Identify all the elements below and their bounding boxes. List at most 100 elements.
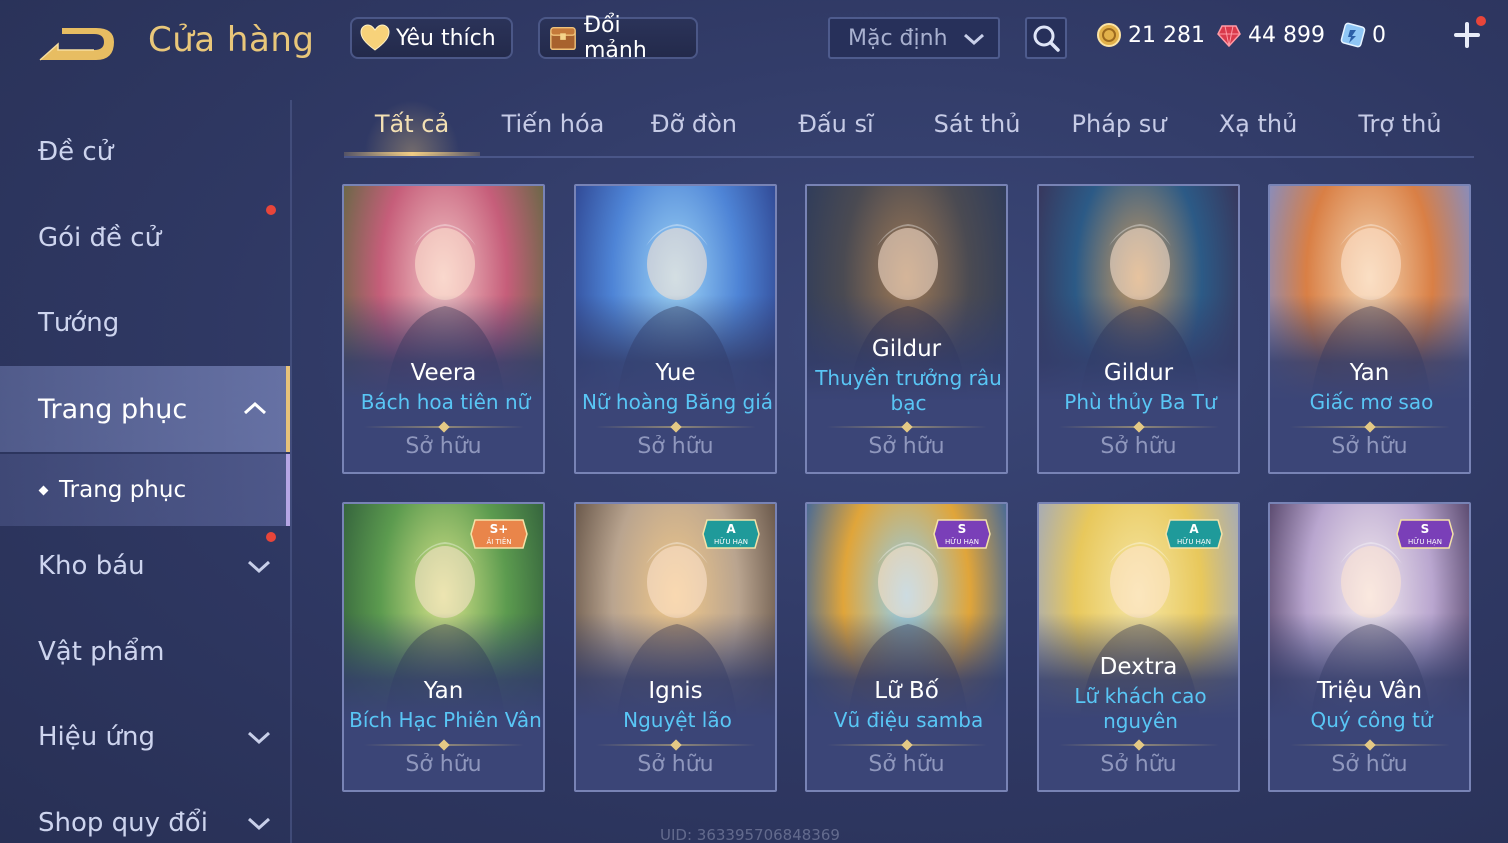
skin-name: Bích Hạc Phiên Vân xyxy=(349,708,542,732)
sidebar-item-label: Shop quy đổi xyxy=(38,808,208,838)
owned-status: Sở hữu xyxy=(1100,434,1177,459)
svg-text:ẢI TIÊN: ẢI TIÊN xyxy=(486,537,511,546)
skin-card[interactable]: Yan Giấc mơ sao Sở hữu xyxy=(1268,184,1471,474)
exchange-shards-label: Đổi mảnh xyxy=(584,13,647,63)
sidebar-item-effects[interactable]: Hiệu ứng xyxy=(0,694,290,780)
owned-status: Sở hữu xyxy=(868,434,945,459)
tab-all[interactable]: Tất cả xyxy=(344,110,480,156)
rank-badge: S HỮU HẠN xyxy=(932,516,992,552)
category-tabs: Tất cả Tiến hóa Đỡ đòn Đấu sĩ Sát thủ Ph… xyxy=(344,100,1474,158)
svg-text:HỮU HẠN: HỮU HẠN xyxy=(1408,537,1442,546)
hero-name: Triệu Vân xyxy=(1316,678,1423,704)
skin-card[interactable]: S HỮU HẠN Triệu Vân Quý công tử Sở hữu xyxy=(1268,502,1471,792)
hero-name: Dextra xyxy=(1099,654,1178,680)
skin-name: Bách hoa tiên nữ xyxy=(360,390,531,414)
tab-support[interactable]: Trợ thủ xyxy=(1344,110,1456,156)
tab-tank[interactable]: Đỡ đòn xyxy=(638,110,750,156)
tab-fighter[interactable]: Đấu sĩ xyxy=(784,110,888,156)
svg-text:HỮU HẠN: HỮU HẠN xyxy=(1177,537,1211,546)
sidebar-item-label: Trang phục xyxy=(38,393,188,425)
voucher-currency: 0 xyxy=(1340,20,1386,50)
owned-status: Sở hữu xyxy=(1100,752,1177,777)
ruby-icon xyxy=(1216,22,1242,48)
owned-status: Sở hữu xyxy=(405,434,482,459)
sidebar-item-label: Kho báu xyxy=(38,551,145,581)
tab-assassin[interactable]: Sát thủ xyxy=(922,110,1032,156)
voucher-amount: 0 xyxy=(1372,22,1386,48)
owned-status: Sở hữu xyxy=(637,752,714,777)
skin-grid: Veera Bách hoa tiên nữ Sở hữu Yue Nữ hoàng … xyxy=(342,184,1472,843)
skin-card[interactable]: Gildur Phù thủy Ba Tư Sở hữu xyxy=(1037,184,1240,474)
back-button[interactable] xyxy=(36,20,120,68)
sidebar-item-recommended-packs[interactable]: Gói đề cử xyxy=(0,195,290,281)
skin-name: Nguyệt lão xyxy=(623,708,732,732)
skin-card[interactable]: Yue Nữ hoàng Băng giá Sở hữu xyxy=(574,184,777,474)
skin-card[interactable]: A HỮU HẠN Ignis Nguyệt lão Sở hữu xyxy=(574,502,777,792)
skin-card[interactable]: A HỮU HẠN Dextra Lữ khách cao nguyên Sở hữ… xyxy=(1037,502,1240,792)
ruby-currency: 44 899 xyxy=(1216,20,1325,50)
tab-evolution[interactable]: Tiến hóa xyxy=(494,110,612,156)
rank-badge: A HỮU HẠN xyxy=(1164,516,1224,552)
skin-name: Thuyền trưởng râu bạc xyxy=(815,366,1002,415)
skin-name: Nữ hoàng Băng giá xyxy=(581,390,774,414)
gold-currency: 21 281 xyxy=(1096,20,1205,50)
skin-name: Vũ điệu samba xyxy=(833,708,984,732)
page-title: Cửa hàng xyxy=(148,20,315,60)
owned-status: Sở hữu xyxy=(1331,434,1408,459)
owned-status: Sở hữu xyxy=(637,434,714,459)
tab-mage[interactable]: Pháp sư xyxy=(1060,110,1178,156)
sidebar-item-items[interactable]: Vật phẩm xyxy=(0,609,290,695)
favorites-button[interactable]: Yêu thích xyxy=(350,17,513,59)
bullet-icon xyxy=(38,485,49,495)
heart-icon xyxy=(360,23,390,53)
skin-card[interactable]: S HỮU HẠN Lữ Bố Vũ điệu samba Sở hữu xyxy=(805,502,1008,792)
treasure-chest-icon xyxy=(548,23,578,53)
chevron-up-icon xyxy=(243,401,267,415)
skin-card[interactable]: Gildur Thuyền trưởng râu bạc Sở hữu xyxy=(805,184,1008,474)
hero-name: Yan xyxy=(1349,360,1390,386)
sidebar-item-recommended[interactable]: Đề cử xyxy=(0,109,290,195)
sidebar-item-skins[interactable]: Trang phục xyxy=(0,366,290,452)
skin-name: Giấc mơ sao xyxy=(1309,390,1434,414)
active-tab-underline xyxy=(344,152,480,156)
rank-badge: A HỮU HẠN xyxy=(701,516,761,552)
svg-text:A: A xyxy=(1189,522,1199,536)
owned-status: Sở hữu xyxy=(405,752,482,777)
sidebar-item-label: Hiệu ứng xyxy=(38,722,155,752)
svg-text:S: S xyxy=(1421,522,1430,536)
chevron-down-icon xyxy=(247,817,271,831)
rank-badge: S+ ẢI TIÊN xyxy=(469,516,529,552)
sidebar-item-label: Đề cử xyxy=(38,137,114,167)
skin-card[interactable]: S+ ẢI TIÊN Yan Bích Hạc Phiên Vân Sở hữu xyxy=(342,502,545,792)
skin-card[interactable]: Veera Bách hoa tiên nữ Sở hữu xyxy=(342,184,545,474)
chevron-down-icon xyxy=(964,33,984,46)
rank-badge: S HỮU HẠN xyxy=(1395,516,1455,552)
skin-name: Quý công tử xyxy=(1310,708,1433,732)
svg-text:S: S xyxy=(958,522,967,536)
hero-name: Yue xyxy=(655,360,696,386)
sidebar-item-exchange-shop[interactable]: Shop quy đổi xyxy=(0,780,290,843)
svg-text:S+: S+ xyxy=(490,522,509,536)
hero-name: Gildur xyxy=(1103,360,1174,386)
sidebar: Đề cử Gói đề cử Tướng Trang phục Trang p… xyxy=(0,100,292,843)
ruby-amount: 44 899 xyxy=(1248,22,1325,48)
search-icon xyxy=(1033,25,1060,52)
hero-name: Ignis xyxy=(648,678,703,704)
sidebar-item-treasure[interactable]: Kho báu xyxy=(0,523,290,609)
search-button[interactable] xyxy=(1025,17,1067,59)
gold-coin-icon xyxy=(1096,22,1122,48)
top-bar: Cửa hàng Yêu thích Đổi mảnh Mặc định 21 … xyxy=(0,0,1508,80)
svg-text:HỮU HẠN: HỮU HẠN xyxy=(945,537,979,546)
sidebar-subitem-label: Trang phục xyxy=(59,477,187,503)
notification-dot xyxy=(266,532,276,542)
sort-dropdown[interactable]: Mặc định xyxy=(828,17,1000,59)
chevron-down-icon xyxy=(247,731,271,745)
skin-name: Lữ khách cao nguyên xyxy=(1074,684,1207,733)
hero-name: Veera xyxy=(410,360,477,386)
hero-name: Yan xyxy=(423,678,464,704)
tab-marksman[interactable]: Xạ thủ xyxy=(1208,110,1308,156)
hero-name: Gildur xyxy=(871,336,942,362)
sidebar-item-heroes[interactable]: Tướng xyxy=(0,280,290,366)
exchange-shards-button[interactable]: Đổi mảnh xyxy=(538,13,698,63)
sidebar-subitem-skins[interactable]: Trang phục xyxy=(0,454,290,526)
